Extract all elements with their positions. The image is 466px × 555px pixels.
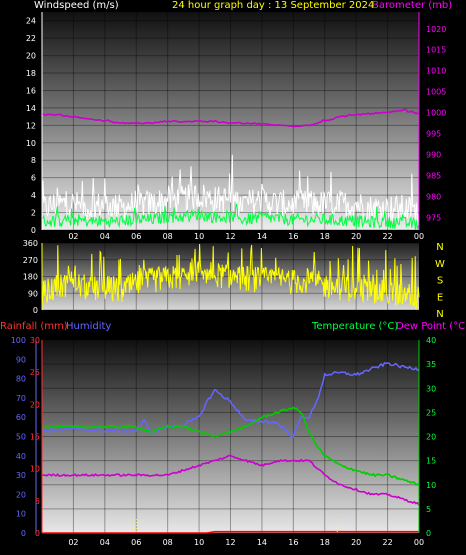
barometer-tick-label: 980 — [426, 192, 441, 201]
barometer-tick-label: 1005 — [426, 88, 446, 97]
wind-tick-label: 16 — [26, 86, 36, 95]
graph-title: 24 hour graph day : 13 September 2024 — [172, 0, 375, 11]
wind-x-tick-label: 00 — [414, 232, 424, 241]
compass-label-E: E — [437, 292, 443, 303]
barometer-tick-label: 990 — [426, 151, 441, 160]
direction-tick-label: 90 — [28, 289, 38, 298]
barometer-tick-label: 1010 — [426, 67, 446, 76]
dewpoint-label: Dew Point (°C) — [396, 321, 466, 332]
temperature-tick-label: 20 — [426, 433, 436, 442]
humidity-tick-label: 60 — [16, 413, 26, 422]
rain-x-tick-label: 20 — [351, 538, 361, 547]
compass-label-S: S — [437, 276, 443, 287]
humidity-tick-label: 30 — [16, 471, 26, 480]
rainfall-tick-label: 5 — [35, 497, 40, 506]
wind-x-tick-label: 08 — [163, 232, 173, 241]
temperature-label: Temperature (°C) — [312, 321, 399, 332]
humidity-tick-label: 90 — [16, 355, 26, 364]
humidity-tick-label: 0 — [21, 529, 26, 538]
rainfall-tick-label: 25 — [30, 368, 40, 377]
wind-x-tick-label: 14 — [257, 232, 267, 241]
wind-x-tick-label: 02 — [68, 232, 78, 241]
wind-x-tick-label: 12 — [225, 232, 235, 241]
humidity-tick-label: 50 — [16, 433, 26, 442]
direction-tick-label: 0 — [33, 306, 38, 315]
wind-x-tick-label: 22 — [382, 232, 392, 241]
direction-tick-label: 180 — [23, 273, 38, 282]
rainfall-label: Rainfall (mm) — [0, 321, 68, 332]
rain-x-tick-label: 04 — [100, 538, 110, 547]
humidity-tick-label: 20 — [16, 490, 26, 499]
wind-tick-label: 18 — [26, 69, 36, 78]
wind-tick-label: 2 — [31, 209, 36, 218]
wind-tick-label: 24 — [26, 17, 36, 26]
humidity-tick-label: 40 — [16, 452, 26, 461]
wind-tick-label: 4 — [31, 191, 36, 200]
rain-x-tick-label: 14 — [257, 538, 267, 547]
wind-tick-label: 20 — [26, 52, 36, 61]
rainfall-tick-label: 20 — [30, 400, 40, 409]
temperature-tick-label: 30 — [426, 384, 436, 393]
rain-x-tick-label: 16 — [288, 538, 298, 547]
compass-label-W: W — [435, 259, 445, 270]
compass-label-N: N — [436, 242, 443, 253]
temperature-tick-label: 10 — [426, 481, 436, 490]
wind-x-tick-label: 18 — [320, 232, 330, 241]
direction-tick-label: 360 — [23, 239, 38, 248]
temperature-tick-label: 5 — [426, 505, 431, 514]
wind-x-tick-label: 04 — [100, 232, 110, 241]
rainfall-tick-label: 15 — [30, 433, 40, 442]
barometer-tick-label: 995 — [426, 130, 441, 139]
barometer-label: Barometer (mb) — [372, 0, 453, 11]
wind-tick-label: 8 — [31, 156, 36, 165]
humidity-tick-label: 100 — [11, 336, 26, 345]
temperature-tick-label: 0 — [426, 529, 431, 538]
compass-label-N: N — [436, 309, 443, 320]
rain-x-tick-label: 06 — [131, 538, 141, 547]
wind-x-tick-label: 06 — [131, 232, 141, 241]
temperature-tick-label: 40 — [426, 336, 436, 345]
wind-tick-label: 10 — [26, 139, 36, 148]
temperature-tick-label: 35 — [426, 360, 436, 369]
barometer-tick-label: 1000 — [426, 109, 446, 118]
rain-x-tick-label: 00 — [414, 538, 424, 547]
barometer-tick-label: 1020 — [426, 25, 446, 34]
windspeed-label: Windspeed (m/s) — [34, 0, 119, 11]
barometer-tick-label: 985 — [426, 172, 441, 181]
wind-tick-label: 12 — [26, 121, 36, 130]
wind-tick-label: 6 — [31, 174, 36, 183]
humidity-label: Humidity — [66, 321, 112, 332]
wind-tick-label: 14 — [26, 104, 36, 113]
rainfall-tick-label: 0 — [35, 529, 40, 538]
humidity-tick-label: 70 — [16, 394, 26, 403]
rainfall-tick-label: 30 — [30, 336, 40, 345]
wind-tick-label: 0 — [31, 226, 36, 235]
rain-x-tick-label: 02 — [68, 538, 78, 547]
temperature-tick-label: 25 — [426, 408, 436, 417]
wind-x-tick-label: 10 — [194, 232, 204, 241]
rainfall-tick-label: 10 — [30, 465, 40, 474]
barometer-tick-label: 1015 — [426, 46, 446, 55]
humidity-tick-label: 80 — [16, 375, 26, 384]
rain-x-tick-label: 18 — [320, 538, 330, 547]
wind-x-tick-label: 20 — [351, 232, 361, 241]
wind-x-tick-label: 16 — [288, 232, 298, 241]
barometer-tick-label: 975 — [426, 213, 441, 222]
wind-tick-label: 22 — [26, 34, 36, 43]
direction-tick-label: 270 — [23, 256, 38, 265]
temperature-tick-label: 15 — [426, 457, 436, 466]
rain-x-tick-label: 08 — [163, 538, 173, 547]
rain-x-tick-label: 22 — [382, 538, 392, 547]
rain-x-tick-label: 10 — [194, 538, 204, 547]
weather-graph: 0246810121416182022249759809859909951000… — [11, 12, 446, 547]
rain-x-tick-label: 12 — [225, 538, 235, 547]
humidity-tick-label: 10 — [16, 510, 26, 519]
